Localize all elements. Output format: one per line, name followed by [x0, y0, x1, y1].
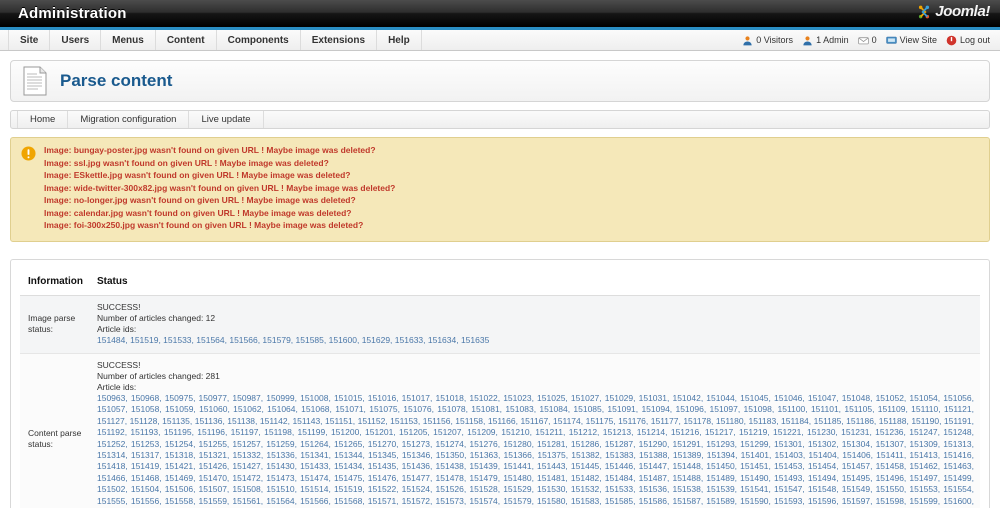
status-result: SUCCESS! [97, 301, 141, 312]
column-header-status: Status [89, 268, 980, 296]
page-title-bar: Parse content [10, 60, 990, 102]
row-status-content-parse: SUCCESS! Number of articles changed: 281… [89, 353, 980, 508]
menu-item-components[interactable]: Components [217, 30, 301, 50]
menu-item-content[interactable]: Content [156, 30, 217, 50]
page-header-title: Administration [18, 5, 127, 22]
warning-message-box: Image: bungay-poster.jpg wasn't found on… [10, 137, 990, 242]
status-visitors[interactable]: 0 Visitors [742, 35, 793, 46]
status-ids-label: Article ids: [97, 381, 137, 392]
content-wrapper: Parse content Home Migration configurati… [0, 60, 1000, 508]
article-ids-list[interactable]: 150963, 150968, 150975, 150977, 150987, … [97, 393, 974, 508]
article-ids-list[interactable]: 151484, 151519, 151533, 151564, 151566, … [97, 335, 974, 346]
status-changed-count: Number of articles changed: 12 [97, 312, 216, 323]
status-admins-label: 1 Admin [816, 35, 849, 45]
menu-item-help[interactable]: Help [377, 30, 422, 50]
power-icon [946, 35, 957, 45]
table-row: Image parse status: SUCCESS! Number of a… [20, 294, 980, 354]
menu-item-extensions[interactable]: Extensions [301, 30, 378, 50]
results-panel: Information Status Image parse status: S… [10, 258, 990, 508]
status-view-site[interactable]: View Site [885, 35, 937, 46]
warning-line: Image: ESkettle.jpg wasn't found on give… [44, 170, 351, 180]
status-messages[interactable]: 0 [857, 35, 877, 46]
warning-line: Image: foi-300x250.jpg wasn't found on g… [44, 220, 364, 230]
status-logout[interactable]: Log out [946, 35, 990, 46]
subnav-item-migration-configuration[interactable]: Migration configuration [68, 111, 190, 128]
sub-navigation: Home Migration configuration Live update [10, 110, 990, 129]
main-menubar: Site Users Menus Content Components Exte… [0, 30, 1000, 51]
status-messages-label: 0 [871, 35, 877, 45]
admin-header: Administration Joomla! [0, 0, 1000, 30]
row-status-image-parse: SUCCESS! Number of articles changed: 12 … [89, 294, 980, 354]
status-admins[interactable]: 1 Admin [802, 35, 849, 46]
user-icon [803, 35, 812, 45]
status-result: SUCCESS! [97, 359, 141, 370]
message-icon [857, 36, 869, 44]
menu-item-site[interactable]: Site [8, 30, 51, 50]
monitor-icon [885, 36, 897, 44]
document-icon [23, 66, 47, 96]
joomla-logo: Joomla! [916, 3, 990, 20]
status-visitors-label: 0 Visitors [756, 35, 794, 45]
warning-line: Image: calendar.jpg wasn't found on give… [44, 207, 352, 218]
status-changed-count: Number of articles changed: 281 [97, 370, 220, 381]
status-ids-label: Article ids: [97, 323, 137, 334]
results-table: Information Status Image parse status: S… [20, 268, 980, 508]
status-area: 0 Visitors 1 Admin 0 View Site Log out [742, 30, 1000, 50]
warning-line: Image: ssl.jpg wasn't found on given URL… [44, 157, 329, 168]
warning-icon [21, 146, 36, 161]
warning-line: Image: wide-twitter-300x82.jpg wasn't fo… [44, 182, 396, 193]
menu-item-users[interactable]: Users [50, 30, 102, 50]
table-row: Content parse status: SUCCESS! Number of… [20, 353, 980, 508]
joomla-mark-icon [919, 5, 930, 18]
warning-line: Image: bungay-poster.jpg wasn't found on… [44, 145, 376, 155]
menubar-spacer [422, 30, 742, 50]
page-title: Parse content [60, 71, 173, 90]
row-information-image-parse: Image parse status: [20, 294, 89, 354]
subnav-item-home[interactable]: Home [17, 111, 69, 128]
table-header-row: Information Status [20, 268, 980, 296]
user-icon [743, 35, 752, 45]
column-header-information: Information [20, 268, 89, 296]
warning-line: Image: no-longer.jpg wasn't found on giv… [44, 195, 356, 205]
warning-list: Image: bungay-poster.jpg wasn't found on… [44, 145, 395, 232]
menu-item-menus[interactable]: Menus [101, 30, 156, 50]
joomla-wordmark: Joomla! [935, 3, 990, 20]
status-logout-label: Log out [959, 35, 990, 45]
row-information-content-parse: Content parse status: [20, 353, 89, 508]
subnav-item-live-update[interactable]: Live update [189, 111, 264, 128]
status-view-site-label: View Site [899, 35, 937, 45]
